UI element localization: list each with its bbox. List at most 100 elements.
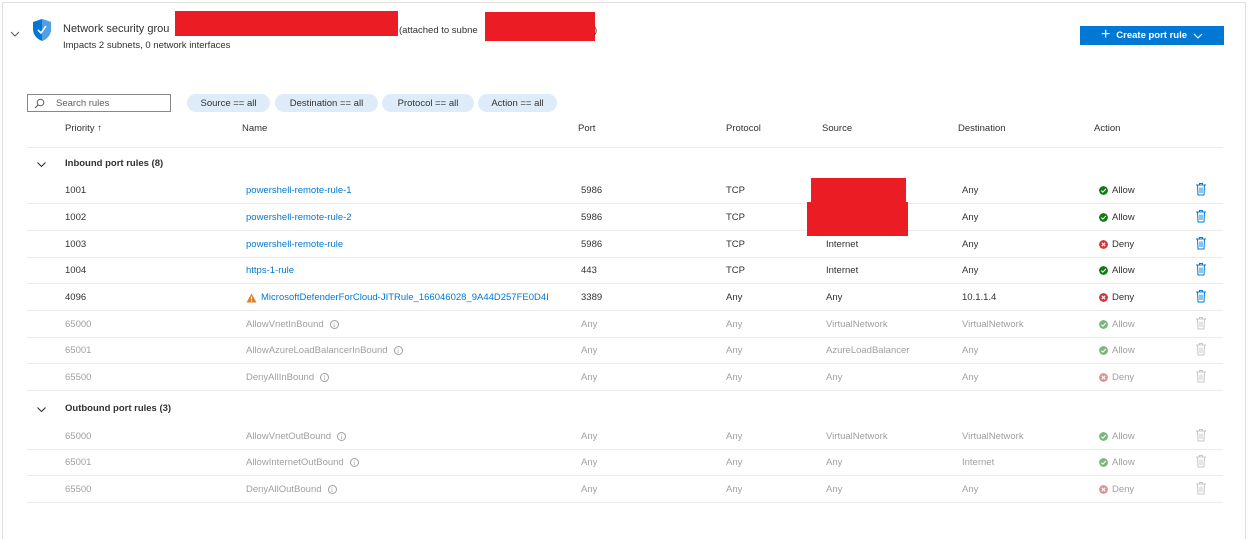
table-row[interactable]: 1004 https-1-rule 443 TCP Internet Any Allow xyxy=(27,258,1223,284)
chevron-down-icon[interactable] xyxy=(36,159,47,170)
delete-trash-icon[interactable] xyxy=(1195,182,1207,196)
inbound-group-label: Inbound port rules (8) xyxy=(65,158,164,169)
inbound-group-header[interactable]: Inbound port rules (8) xyxy=(27,151,1223,177)
rule-priority: 65001 xyxy=(65,457,92,468)
delete-trash-icon[interactable] xyxy=(1195,428,1207,442)
rule-name-link[interactable]: AllowAzureLoadBalancerInBound xyxy=(246,345,388,356)
table-row[interactable]: 1003 powershell-remote-rule 5986 TCP Interne… xyxy=(27,232,1223,258)
delete-trash-icon[interactable] xyxy=(1195,209,1207,223)
delete-trash-icon[interactable] xyxy=(1195,454,1207,468)
delete-trash-icon[interactable] xyxy=(1195,236,1207,250)
chevron-down-icon[interactable] xyxy=(36,404,47,415)
rule-priority: 65500 xyxy=(65,372,92,383)
rule-port: Any xyxy=(581,484,598,495)
rule-name: https-1-rule xyxy=(246,265,294,276)
filter-source[interactable]: Source == all xyxy=(187,94,270,112)
rule-action: Allow xyxy=(1099,212,1135,223)
info-icon[interactable]: i xyxy=(393,345,403,355)
rule-action-label: Allow xyxy=(1112,345,1135,356)
column-header-name[interactable]: Name xyxy=(242,123,267,134)
allow-check-icon xyxy=(1099,266,1108,275)
delete-trash-icon[interactable] xyxy=(1195,289,1207,303)
delete-trash-icon[interactable] xyxy=(1195,369,1207,383)
rule-name-link[interactable]: powershell-remote-rule-2 xyxy=(246,212,352,223)
filter-protocol[interactable]: Protocol == all xyxy=(382,94,474,112)
table-row[interactable]: 65500 DenyAllInBound i Any Any Any Any Deny xyxy=(27,365,1223,391)
column-header-destination[interactable]: Destination xyxy=(958,123,1006,134)
info-icon[interactable]: i xyxy=(337,431,347,441)
rule-source: Internet xyxy=(826,265,859,276)
rule-action: Deny xyxy=(1099,372,1134,383)
rule-name-link[interactable]: MicrosoftDefenderForCloud-JITRule_166046… xyxy=(261,292,549,303)
rule-priority: 4096 xyxy=(65,292,87,303)
rule-name-link[interactable]: https-1-rule xyxy=(246,265,294,276)
table-row[interactable]: 65000 AllowVnetInBound i Any Any VirtualNetwo… xyxy=(27,312,1223,338)
delete-trash-icon[interactable] xyxy=(1195,316,1207,330)
filter-destination[interactable]: Destination == all xyxy=(275,94,378,112)
table-row[interactable]: 4096 MicrosoftDefenderForCloud-JITRule_16… xyxy=(27,285,1223,311)
table-row[interactable]: 65001 AllowInternetOutBound i Any Any Any Inte… xyxy=(27,450,1223,476)
info-icon[interactable]: i xyxy=(329,319,339,329)
allow-check-icon xyxy=(1099,432,1108,441)
search-icon xyxy=(34,98,45,108)
rule-destination: VirtualNetwork xyxy=(962,319,1024,330)
column-header-port[interactable]: Port xyxy=(578,123,595,134)
rule-action: Deny xyxy=(1099,292,1134,303)
rule-priority: 1004 xyxy=(65,265,87,276)
rule-source: Any xyxy=(826,457,843,468)
info-icon[interactable]: i xyxy=(327,484,337,494)
info-icon[interactable]: i xyxy=(349,457,359,467)
rule-action-label: Allow xyxy=(1112,319,1135,330)
delete-trash-icon[interactable] xyxy=(1195,342,1207,356)
rule-priority: 65000 xyxy=(65,319,92,330)
header-divider xyxy=(27,147,1223,148)
column-header-source[interactable]: Source xyxy=(822,123,852,134)
rule-port: 5986 xyxy=(581,239,603,250)
rule-protocol: Any xyxy=(726,292,743,303)
create-port-rule-button[interactable]: + Create port rule xyxy=(1080,26,1224,45)
rule-action: Allow xyxy=(1099,431,1135,442)
rule-name: DenyAllInBound i xyxy=(246,372,330,383)
rule-name-link[interactable]: AllowInternetOutBound xyxy=(246,457,344,468)
delete-trash-icon[interactable] xyxy=(1195,481,1207,495)
search-input[interactable] xyxy=(56,97,156,109)
rule-source: VirtualNetwork xyxy=(826,319,888,330)
rule-name-link[interactable]: DenyAllInBound xyxy=(246,372,314,383)
chevron-down-icon[interactable] xyxy=(9,28,21,40)
rule-destination: Any xyxy=(962,185,979,196)
rule-action: Deny xyxy=(1099,484,1134,495)
rule-action: Allow xyxy=(1099,457,1135,468)
outbound-group-header[interactable]: Outbound port rules (3) xyxy=(27,396,1223,422)
rule-priority: 1002 xyxy=(65,212,87,223)
info-icon[interactable]: i xyxy=(320,372,330,382)
column-header-priority[interactable]: Priority ↑ xyxy=(65,123,102,134)
column-header-action[interactable]: Action xyxy=(1094,123,1120,134)
rule-name-link[interactable]: AllowVnetOutBound xyxy=(246,431,331,442)
table-row[interactable]: 1001 powershell-remote-rule-1 5986 TCP Any Al… xyxy=(27,178,1223,204)
rule-protocol: TCP xyxy=(726,239,745,250)
table-row[interactable]: 65000 AllowVnetOutBound i Any Any VirtualNetw… xyxy=(27,424,1223,450)
search-box[interactable] xyxy=(27,94,171,112)
table-row[interactable]: 65500 DenyAllOutBound i Any Any Any Any Deny xyxy=(27,477,1223,503)
rule-name-link[interactable]: powershell-remote-rule xyxy=(246,239,343,250)
rule-name-link[interactable]: DenyAllOutBound xyxy=(246,484,322,495)
rule-action-label: Deny xyxy=(1112,239,1135,250)
rule-name: AllowInternetOutBound i xyxy=(246,457,359,468)
rule-action: Allow xyxy=(1099,319,1135,330)
rule-name-link[interactable]: AllowVnetInBound xyxy=(246,319,324,330)
rule-name: AllowAzureLoadBalancerInBound i xyxy=(246,345,403,356)
rule-name: AllowVnetOutBound i xyxy=(246,431,347,442)
deny-x-icon xyxy=(1099,293,1108,302)
deny-x-icon xyxy=(1099,373,1108,382)
deny-x-icon xyxy=(1099,240,1108,249)
rule-name: DenyAllOutBound i xyxy=(246,484,337,495)
rule-name-link[interactable]: powershell-remote-rule-1 xyxy=(246,185,352,196)
allow-check-icon xyxy=(1099,458,1108,467)
delete-trash-icon[interactable] xyxy=(1195,262,1207,276)
rule-destination: 10.1.1.4 xyxy=(962,292,997,303)
rule-port: 3389 xyxy=(581,292,603,303)
column-header-protocol[interactable]: Protocol xyxy=(726,123,761,134)
table-row[interactable]: 1002 powershell-remote-rule-2 5986 TCP Any Al… xyxy=(27,205,1223,231)
filter-action[interactable]: Action == all xyxy=(478,94,557,112)
table-row[interactable]: 65001 AllowAzureLoadBalancerInBound i Any An… xyxy=(27,338,1223,364)
